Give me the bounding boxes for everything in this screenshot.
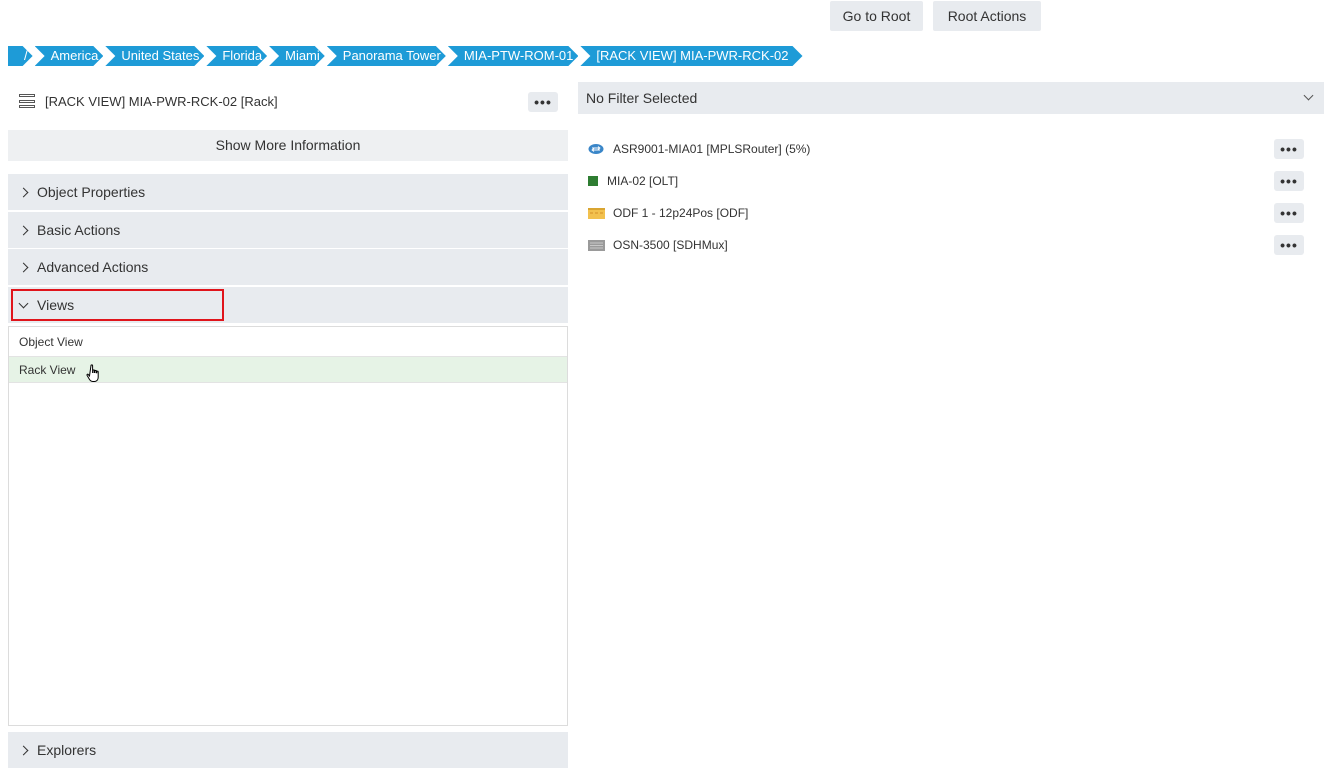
chevron-right-icon (18, 745, 29, 755)
breadcrumb-room[interactable]: MIA-PTW-ROM-01 (448, 46, 579, 66)
breadcrumb-root[interactable]: / (8, 46, 33, 66)
rack-item-more-button[interactable]: ••• (1274, 203, 1304, 223)
views-highlight-box (11, 289, 224, 321)
views-list: Object View Rack View (8, 326, 568, 726)
breadcrumb-panorama-tower[interactable]: Panorama Tower (327, 46, 446, 66)
object-title: [RACK VIEW] MIA-PWR-RCK-02 [Rack] (45, 93, 278, 109)
filter-select[interactable]: No Filter Selected (578, 82, 1324, 114)
show-more-information-button[interactable]: Show More Information (8, 130, 568, 161)
breadcrumb-miami[interactable]: Miami (269, 46, 325, 66)
section-advanced-actions-label: Advanced Actions (37, 259, 149, 275)
rack-item-more-button[interactable]: ••• (1274, 139, 1304, 159)
chevron-right-icon (18, 225, 29, 235)
breadcrumb-america[interactable]: America (35, 46, 104, 66)
hand-cursor-icon (86, 364, 99, 382)
section-object-properties[interactable]: Object Properties (8, 174, 568, 210)
rack-item-label[interactable]: OSN-3500 [SDHMux] (613, 238, 728, 252)
olt-icon (578, 176, 607, 186)
section-advanced-actions[interactable]: Advanced Actions (8, 249, 568, 285)
rack-item: ODF 1 - 12p24Pos [ODF] ••• (578, 199, 1324, 227)
rack-item-more-button[interactable]: ••• (1274, 235, 1304, 255)
rack-item-label[interactable]: MIA-02 [OLT] (607, 174, 678, 188)
view-item-object-view[interactable]: Object View (9, 327, 567, 357)
root-actions-button[interactable]: Root Actions (933, 1, 1041, 31)
chevron-right-icon (18, 262, 29, 272)
router-icon (578, 143, 613, 155)
filter-selected-value: No Filter Selected (586, 90, 698, 106)
rack-item: OSN-3500 [SDHMux] ••• (578, 231, 1324, 259)
object-more-button[interactable]: ••• (528, 92, 558, 112)
section-explorers-label: Explorers (37, 742, 97, 758)
breadcrumb-rack-view[interactable]: [RACK VIEW] MIA-PWR-RCK-02 (580, 46, 802, 66)
section-basic-actions-label: Basic Actions (37, 222, 121, 238)
chevron-right-icon (18, 187, 29, 197)
rack-icon (19, 94, 35, 108)
rack-item: ASR9001-MIA01 [MPLSRouter] (5%) ••• (578, 135, 1324, 163)
chevron-down-icon (1303, 90, 1314, 101)
object-header: [RACK VIEW] MIA-PWR-RCK-02 [Rack] ••• (8, 86, 568, 116)
breadcrumb: / America United States Florida Miami Pa… (8, 46, 805, 66)
breadcrumb-united-states[interactable]: United States (105, 46, 204, 66)
rack-item-label[interactable]: ODF 1 - 12p24Pos [ODF] (613, 206, 748, 220)
go-to-root-button[interactable]: Go to Root (830, 1, 923, 31)
section-object-properties-label: Object Properties (37, 184, 146, 200)
rack-item-label[interactable]: ASR9001-MIA01 [MPLSRouter] (5%) (613, 142, 810, 156)
section-basic-actions[interactable]: Basic Actions (8, 212, 568, 248)
odf-icon (578, 207, 613, 219)
rack-item: MIA-02 [OLT] ••• (578, 167, 1324, 195)
breadcrumb-florida[interactable]: Florida (206, 46, 267, 66)
section-explorers[interactable]: Explorers (8, 732, 568, 768)
sdhmux-icon (578, 239, 613, 251)
rack-item-more-button[interactable]: ••• (1274, 171, 1304, 191)
